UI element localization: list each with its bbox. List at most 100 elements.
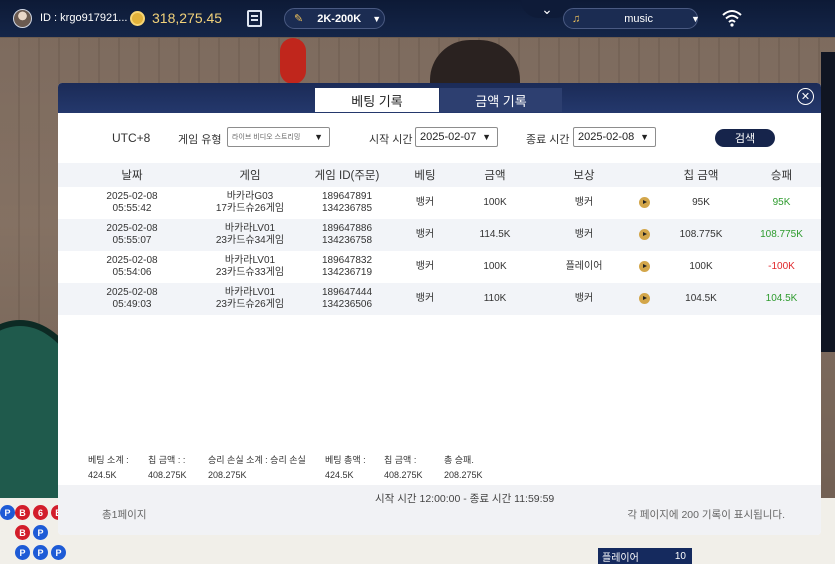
table-row: 2025-02-08 05:55:42 바카라G03 17카드슈26게임 18964… <box>58 187 821 219</box>
pen-icon: ✎ <box>294 13 304 25</box>
winloss-cell: 108.775K <box>742 219 821 251</box>
chevron-down-icon: ▼ <box>482 132 491 142</box>
bet-limit-select[interactable]: ✎ 2K-200K ▼ <box>284 8 385 29</box>
bet-cell: 뱅커 <box>400 219 450 251</box>
tab-bet-history[interactable]: 베팅 기록 <box>315 88 439 112</box>
date-cell: 2025-02-08 05:55:42 <box>58 187 206 219</box>
close-icon: ✕ <box>800 91 811 103</box>
replay-cell <box>628 251 660 283</box>
column-header: 날짜 <box>58 163 206 187</box>
game-id: 189647444 <box>321 287 373 298</box>
chevron-down-icon: ▼ <box>640 132 649 142</box>
game-table: 바카라LV01 <box>224 287 276 298</box>
summary-value: 208.275K <box>444 470 483 480</box>
history-icon[interactable] <box>247 10 262 27</box>
replay-cell <box>628 219 660 251</box>
amount-cell: 100K <box>483 261 507 272</box>
tab-amount-history[interactable]: 금액 기록 <box>440 88 562 112</box>
game-id-cell: 189647832 134236719 <box>294 251 400 283</box>
chevron-down-icon: ▼ <box>314 132 323 142</box>
summary-value: 424.5K <box>325 470 354 480</box>
result-cell: 플레이어 <box>565 261 603 272</box>
date: 2025-02-08 <box>106 191 158 202</box>
order-id: 134236506 <box>321 299 373 310</box>
bet-limit-value: 2K-200K <box>317 12 362 25</box>
bead-road-item: B <box>15 525 30 540</box>
summary-value: 208.275K <box>208 470 247 480</box>
music-select[interactable]: ♫ music ▼ <box>563 8 700 29</box>
column-header: 베팅 <box>400 163 450 187</box>
summary-value: 408.275K <box>148 470 187 480</box>
date: 2025-02-08 <box>106 255 158 266</box>
amount-cell: 114.5K <box>450 219 540 251</box>
page-count: 총1페이지 <box>102 509 147 521</box>
player-bet-label: 플레이어 <box>602 552 639 564</box>
summary-item: 승리 손실 소계 : 승리 손실 208.275K <box>208 453 306 480</box>
end-date-value: 2025-02-08 <box>578 131 635 143</box>
summary-label: 승리 손실 소계 : 승리 손실 <box>208 455 306 465</box>
game-type-value: 라이브 비디오 스트리밍 <box>232 134 301 141</box>
records-per-page-note: 각 페이지에 200 기록이 표시됩니다. <box>627 509 785 521</box>
play-icon[interactable] <box>638 260 650 272</box>
game-id-cell: 189647886 134236758 <box>294 219 400 251</box>
side-panel <box>821 52 835 352</box>
game-table: 바카라LV01 <box>224 223 276 234</box>
table-header: 날짜 게임 게임 ID(주문) 베팅 금액 보상 칩 금액 승패 <box>58 163 821 187</box>
start-time-label: 시작 시간 <box>369 134 413 146</box>
chevron-down-icon: ⌄ <box>541 0 553 17</box>
time: 05:49:03 <box>112 299 152 310</box>
game-cell: 바카라LV01 23카드슈26게임 <box>206 283 294 315</box>
music-note-icon: ♫ <box>572 12 581 25</box>
bet-cell: 뱅커 <box>400 283 450 315</box>
summary-item: 칩 금액 : : 408.275K <box>148 453 187 480</box>
amount-cell: 100K <box>483 197 507 208</box>
game-round: 23카드슈34게임 <box>215 235 285 246</box>
replay-cell <box>628 283 660 315</box>
top-bar: ID : krgo917921... 318,275.45 ✎ 2K-200K … <box>0 0 835 37</box>
bet-records-table: 날짜 게임 게임 ID(주문) 베팅 금액 보상 칩 금액 승패 2025-02… <box>58 163 821 315</box>
balance: 318,275.45 <box>152 10 223 26</box>
play-icon[interactable] <box>638 292 650 304</box>
chip-cell: 104.5K <box>660 283 742 315</box>
summary-item: 베팅 총액 : 424.5K <box>325 453 366 480</box>
summary-label: 베팅 소계 : <box>88 455 129 465</box>
lantern-decoration <box>280 38 306 84</box>
column-header <box>628 163 660 187</box>
play-icon[interactable] <box>638 228 650 240</box>
start-date-value: 2025-02-07 <box>420 131 477 143</box>
game-cell: 바카라LV01 23카드슈34게임 <box>206 219 294 251</box>
column-header: 게임 <box>206 163 294 187</box>
table-row: 2025-02-08 05:55:07 바카라LV01 23카드슈34게임 1896… <box>58 219 821 251</box>
game-id: 189647891 <box>321 191 373 202</box>
bead-road-item: P <box>15 545 30 560</box>
summary-value: 408.275K <box>384 470 423 480</box>
game-cell: 바카라G03 17카드슈26게임 <box>206 187 294 219</box>
player-bet-chip[interactable]: 플레이어 10 <box>598 548 692 564</box>
game-type-label: 게임 유형 <box>178 134 222 146</box>
order-id: 134236719 <box>321 267 373 278</box>
summary-label: 칩 금액 : <box>384 455 417 465</box>
close-button[interactable]: ✕ <box>797 88 814 105</box>
summary-label: 총 승패. <box>444 455 474 465</box>
wifi-icon <box>722 10 742 27</box>
time: 05:55:07 <box>112 235 152 246</box>
result-cell: 뱅커 <box>540 219 628 251</box>
end-date-select[interactable]: 2025-02-08 ▼ <box>573 127 656 147</box>
play-icon[interactable] <box>638 196 650 208</box>
search-button[interactable]: 검색 <box>715 129 775 147</box>
bead-road-item: P <box>33 525 48 540</box>
start-date-select[interactable]: 2025-02-07 ▼ <box>415 127 498 147</box>
bead-road-item: P <box>51 545 66 560</box>
result-cell: 뱅커 <box>574 197 594 208</box>
player-bet-value: 10 <box>674 550 686 562</box>
result-cell: 뱅커 <box>540 283 628 315</box>
time: 05:55:42 <box>112 203 152 214</box>
bet-history-modal: 베팅 기록 금액 기록 ✕ UTC+8 게임 유형 라이브 비디오 스트리밍 ▼… <box>58 83 821 535</box>
game-type-select[interactable]: 라이브 비디오 스트리밍 ▼ <box>227 127 330 147</box>
column-header: 보상 <box>540 163 628 187</box>
bet-cell: 뱅커 <box>415 197 435 208</box>
winloss-cell: 95K <box>772 197 791 208</box>
avatar[interactable] <box>13 9 32 28</box>
timezone-label: UTC+8 <box>112 131 151 145</box>
summary-item: 칩 금액 : 408.275K <box>384 453 423 480</box>
